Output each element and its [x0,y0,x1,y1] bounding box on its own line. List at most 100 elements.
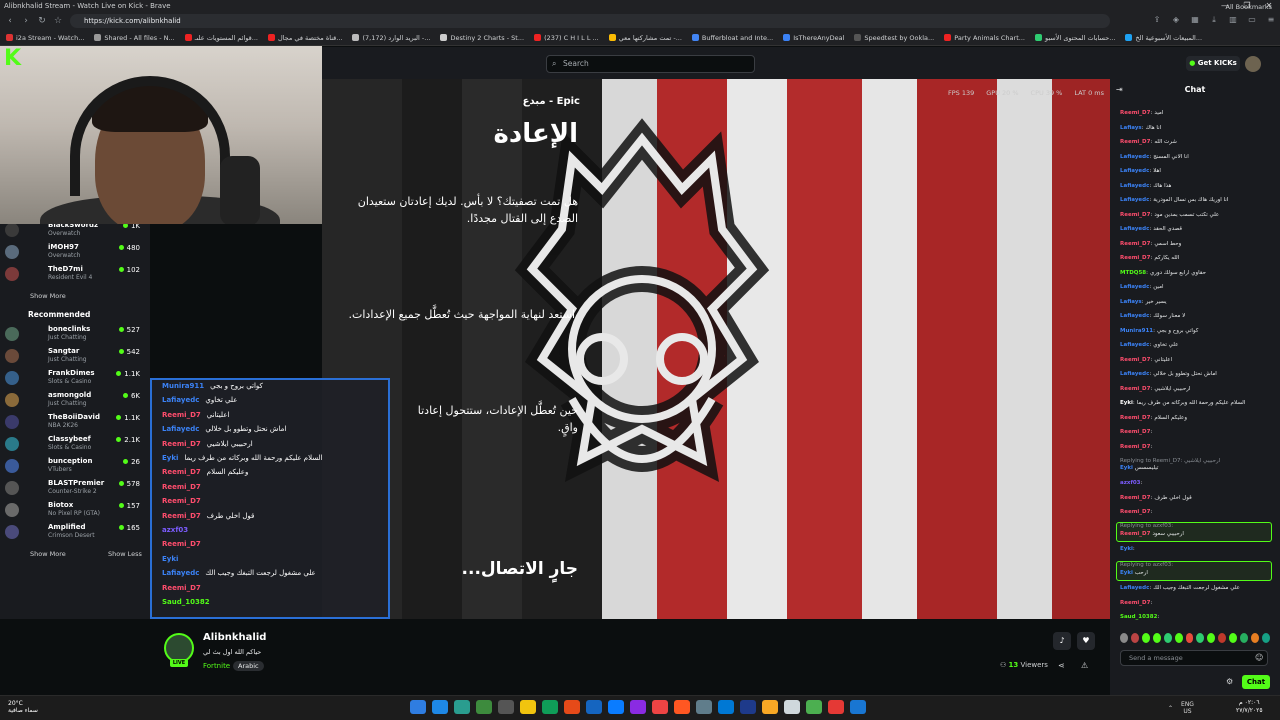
chat-username[interactable]: Lafiayedc [1120,183,1149,189]
stream-category[interactable]: Fortnite [203,662,230,670]
url-bar[interactable]: https://kick.com/alibnkhalid [70,14,1110,28]
chat-username[interactable]: Lafiayedc [1120,585,1149,591]
sidebar-icon[interactable]: ▥ [1228,15,1238,25]
taskbar-app-icon[interactable] [498,700,514,714]
taskbar-app-icon[interactable] [410,700,426,714]
taskbar-app-icon[interactable] [784,700,800,714]
taskbar-app-icon[interactable] [432,700,448,714]
chat-username[interactable]: Reemi_D7 [1120,429,1150,435]
taskbar-app-icon[interactable] [828,700,844,714]
emote-icon[interactable] [1152,633,1161,643]
show-more-button[interactable]: Show More [30,550,66,558]
chat-username[interactable]: Reemi_D7 [1120,139,1150,145]
chat-username[interactable]: Lafiays [1120,125,1142,131]
emote-icon[interactable] [1141,633,1150,643]
chat-username[interactable]: Lafiayedc [1120,284,1149,290]
sidebar-channel[interactable]: Biotox No Pixel RP (GTA) 157 [5,501,148,523]
tray-chevron-icon[interactable]: ⌃ [1168,705,1173,712]
taskbar-app-icon[interactable] [674,700,690,714]
bookmark-item[interactable]: (7,172) البريد الوارد -... [352,34,430,42]
taskbar-app-icon[interactable] [454,700,470,714]
sidebar-channel[interactable]: iMOH97 Overwatch 480 [5,243,148,265]
get-kicks-button[interactable]: ● Get KICKs [1186,56,1240,71]
report-icon[interactable]: ⚠ [1081,661,1088,670]
wallet-icon[interactable]: ▭ [1247,15,1257,25]
emote-icon[interactable] [1163,633,1172,643]
bookmark-item[interactable]: Speedtest by Ookla... [854,34,934,42]
emote-icon[interactable] [1174,633,1183,643]
taskbar-app-icon[interactable] [476,700,492,714]
chat-username[interactable]: Eyki [1120,465,1133,471]
taskbar-app-icon[interactable] [586,700,602,714]
chat-username[interactable]: Reemi_D7 [1120,495,1150,501]
chat-username[interactable]: Lafiayedc [1120,168,1149,174]
extensions-icon[interactable]: ▦ [1190,15,1200,25]
bookmark-item[interactable]: تمت مشاركتها معي -... [608,34,682,42]
bookmark-icon[interactable]: ☆ [52,15,64,27]
emote-icon[interactable] [1261,633,1270,643]
all-bookmarks-button[interactable]: All Bookmarks [1226,3,1272,11]
sidebar-channel[interactable]: TheD7mi Resident Evil 4 102 [5,265,148,287]
chat-username[interactable]: Reemi_D7 [1120,386,1150,392]
chat-username[interactable]: Reemi_D7 [1120,212,1150,218]
taskbar-app-icon[interactable] [762,700,778,714]
bookmark-item[interactable]: حسابات المحتوى الأسبو... [1034,34,1115,42]
emote-icon[interactable] [1207,633,1216,643]
bookmark-item[interactable]: i2a Stream - Watch... [6,34,84,42]
taskbar-app-icon[interactable] [542,700,558,714]
chat-username[interactable]: Reemi_D7 [1120,255,1150,261]
emote-icon[interactable] [1240,633,1249,643]
chat-username[interactable]: Lafiayedc [1120,154,1149,160]
sidebar-channel[interactable]: bunception VTubers 26 [5,457,148,479]
bookmark-item[interactable]: قناة مختصة في مجال... [267,34,342,42]
download-icon[interactable]: ⤓ [1209,15,1219,25]
chat-username[interactable]: Reemi_D7 [1120,415,1150,421]
chat-username[interactable]: Lafiayedc [1120,313,1149,319]
sidebar-channel[interactable]: BlackSwordz Overwatch 1K [5,221,148,243]
sidebar-channel[interactable]: Classybeef Slots & Casino 2.1K [5,435,148,457]
video-player[interactable]: FPS 139 GPU 20 % CPU 39 % LAT 0 ms Epic … [322,79,1110,619]
menu-icon[interactable]: ≡ [1266,15,1276,25]
chat-username[interactable]: Reemi_D7 [1120,357,1150,363]
sidebar-channel[interactable]: TheBoiiDavid NBA 2K26 1.1K [5,413,148,435]
taskbar-app-icon[interactable] [608,700,624,714]
brave-shields-icon[interactable]: ◈ [1171,15,1181,25]
emote-icon[interactable] [1251,633,1259,643]
user-avatar[interactable] [1245,56,1261,72]
taskbar-app-icon[interactable] [564,700,580,714]
chat-username[interactable]: Reemi_D7 [1120,241,1150,247]
show-more-button[interactable]: Show More [30,292,66,300]
chat-username[interactable]: Eyki [1120,570,1133,576]
bookmark-item[interactable]: IsThereAnyDeal [783,34,844,42]
sidebar-channel[interactable]: asmongold Just Chatting 6K [5,391,148,413]
taskbar-app-icon[interactable] [718,700,734,714]
chat-username[interactable]: Reemi_D7 [1120,509,1150,515]
forward-icon[interactable]: › [20,15,32,27]
follow-heart-icon[interactable]: ♥ [1077,632,1095,650]
chat-username[interactable]: Reemi_D7 [1120,110,1150,116]
sidebar-channel[interactable]: Sangtar Just Chatting 542 [5,347,148,369]
share-stream-icon[interactable]: ⋖ [1058,661,1065,670]
chat-username[interactable]: MTDQ58 [1120,270,1146,276]
notification-bell-icon[interactable]: ♪ [1053,632,1071,650]
chat-username[interactable]: Lafiayedc [1120,226,1149,232]
reload-icon[interactable]: ↻ [36,15,48,27]
chat-username[interactable]: Lafiayedc [1120,371,1149,377]
bookmark-item[interactable]: المبيعات الأسبوعية الخ... [1125,34,1202,42]
bookmark-item[interactable]: Destiny 2 Charts - St... [440,34,524,42]
chat-username[interactable]: Lafiayedc [1120,197,1149,203]
sidebar-channel[interactable]: BLASTPremier Counter-Strike 2 578 [5,479,148,501]
bookmark-item[interactable]: Party Animals Chart... [944,34,1025,42]
language-indicator[interactable]: ENG US [1181,701,1194,715]
chat-input[interactable]: Send a message [1120,650,1268,666]
taskbar-app-icon[interactable] [696,700,712,714]
emote-bar[interactable] [1120,633,1270,645]
taskbar-app-icon[interactable] [850,700,866,714]
taskbar-app-icon[interactable] [806,700,822,714]
chat-username[interactable]: Reemi_D7 [1120,600,1150,606]
chat-username[interactable]: Lafiayedc [1120,342,1149,348]
weather-widget[interactable]: 20°C سماء صافية [8,700,38,714]
back-icon[interactable]: ‹ [4,15,16,27]
bookmark-item[interactable]: Bufferbloat and Inte... [691,34,773,42]
bookmark-item[interactable]: قوائم المستويات علىـ... [184,34,258,42]
